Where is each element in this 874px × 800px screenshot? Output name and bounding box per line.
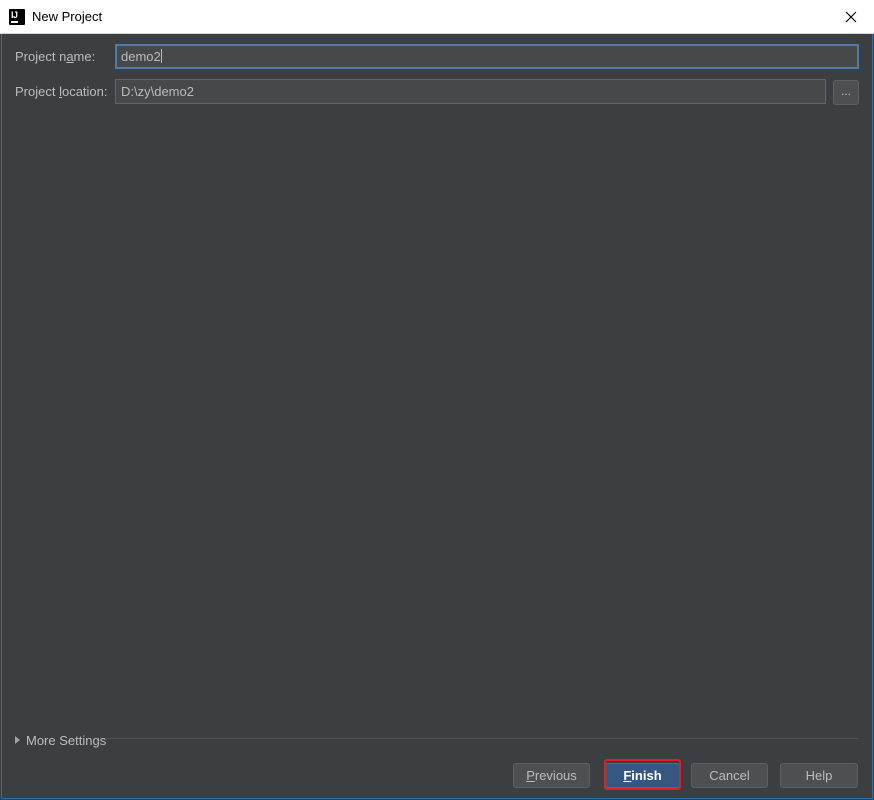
close-button[interactable] bbox=[828, 0, 874, 34]
text-caret bbox=[160, 49, 162, 63]
expand-triangle-icon bbox=[15, 736, 20, 744]
help-button[interactable]: Help bbox=[780, 763, 858, 788]
window-title: New Project bbox=[32, 9, 103, 24]
more-settings-label: More Settings bbox=[26, 732, 107, 748]
project-name-label: Project name: bbox=[15, 49, 96, 64]
intellij-idea-icon: IJ bbox=[9, 9, 25, 25]
title-bar: IJ New Project bbox=[0, 0, 874, 34]
previous-button[interactable]: Previous bbox=[513, 763, 590, 788]
project-location-input[interactable]: D:\zy\demo2 bbox=[115, 79, 826, 104]
more-settings-toggle[interactable]: More Settings bbox=[15, 732, 106, 748]
project-location-label: Project location: bbox=[15, 84, 108, 99]
dialog-content: Project name: demo2 Project location: D:… bbox=[1, 34, 873, 799]
browse-button[interactable]: ... bbox=[833, 80, 859, 105]
finish-highlight-box bbox=[604, 759, 681, 790]
project-name-input[interactable]: demo2 bbox=[115, 44, 859, 69]
close-icon bbox=[845, 11, 857, 23]
cancel-button[interactable]: Cancel bbox=[691, 763, 768, 788]
divider bbox=[106, 738, 859, 739]
